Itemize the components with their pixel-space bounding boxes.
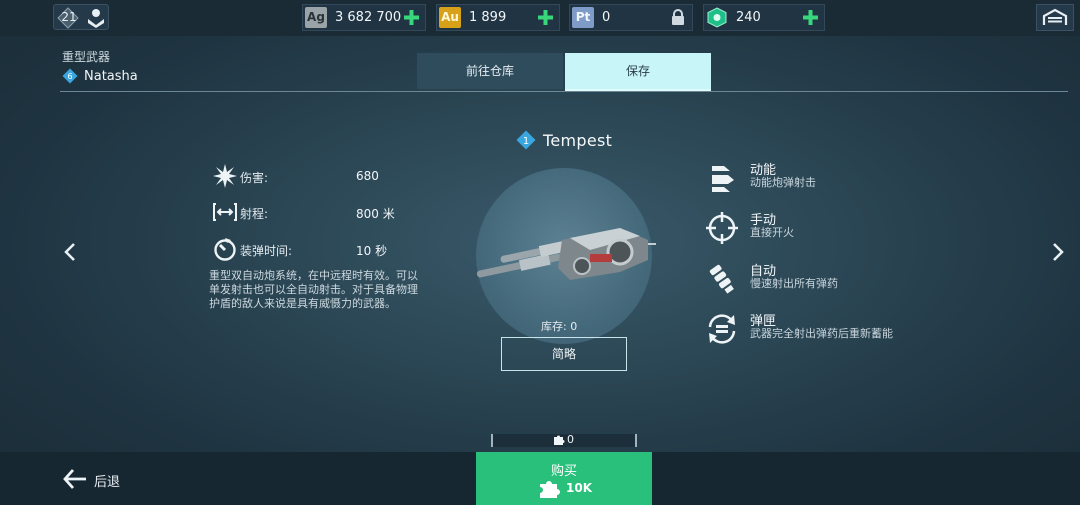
platinum-value: 0	[602, 10, 611, 25]
platinum-badge-icon: Pt	[572, 7, 594, 28]
platinum-currency: Pt 0	[569, 4, 693, 31]
ability-subtitle-kinetic: 动能炮弹射击	[750, 176, 816, 189]
reload-value: 10 秒	[356, 244, 388, 258]
crosshair-icon	[706, 212, 738, 244]
player-level: 21	[61, 10, 77, 24]
tab-go-to-storage[interactable]: 前往仓库	[417, 53, 563, 89]
gold-value: 1 899	[469, 10, 507, 25]
damage-value: 680	[356, 169, 379, 183]
silver-currency: Ag 3 682 700	[302, 4, 426, 31]
brief-button[interactable]: 简略	[501, 337, 627, 371]
back-label: 后退	[94, 475, 121, 490]
buy-button[interactable]: 购买 10K	[476, 452, 652, 505]
add-silver-button[interactable]	[402, 8, 421, 27]
kinetic-icon	[712, 166, 734, 192]
buy-price: 10K	[566, 481, 592, 495]
header-divider	[60, 91, 1068, 92]
tab-save[interactable]: 保存	[565, 53, 711, 89]
svg-text:1: 1	[523, 136, 529, 147]
token-currency: 240	[703, 4, 825, 31]
hangar-button[interactable]	[1036, 4, 1074, 31]
weapon-category: 重型武器	[62, 50, 111, 64]
pilot-rank-icon: 6	[62, 68, 78, 84]
reload-icon	[214, 238, 236, 261]
player-level-button[interactable]: 21	[53, 4, 109, 30]
stock-count: 库存: 0	[541, 320, 578, 333]
gold-currency: Au 1 899	[436, 4, 560, 31]
lock-icon	[672, 9, 684, 25]
range-label: 射程:	[240, 207, 269, 221]
weapon-name: Tempest	[543, 131, 613, 150]
puzzle-piece-icon	[554, 435, 565, 445]
magazine-icon	[708, 314, 736, 344]
weapon-rank-icon: 1	[516, 130, 536, 150]
reload-label: 装弹时间:	[240, 244, 293, 258]
silver-badge-icon: Ag	[305, 7, 327, 28]
next-weapon-arrow-icon[interactable]	[1047, 240, 1067, 264]
gold-badge-icon: Au	[439, 7, 461, 28]
top-bar: 21 Ag 3 682 700 Au 1 899 Pt 0 240	[0, 0, 1080, 36]
weapon-model-image	[476, 228, 656, 280]
hangar-icon	[1042, 8, 1068, 25]
range-value: 800 米	[356, 207, 395, 221]
damage-icon	[213, 164, 237, 188]
add-gold-button[interactable]	[536, 8, 555, 27]
add-token-button[interactable]	[801, 8, 820, 27]
component-count: 0	[567, 433, 574, 446]
previous-weapon-arrow-icon[interactable]	[61, 240, 81, 264]
token-hex-icon	[707, 7, 727, 28]
svg-text:6: 6	[67, 72, 72, 81]
puzzle-piece-icon	[540, 481, 560, 498]
ability-subtitle-auto: 慢速射出所有弹药	[750, 277, 838, 290]
token-value: 240	[736, 10, 761, 25]
back-arrow-icon	[63, 469, 86, 489]
auto-fire-icon	[709, 264, 734, 294]
weapon-description: 重型双自动炮系统，在中远程时有效。可以单发射击也可以全自动射击。对于具备物理护盾…	[209, 269, 418, 310]
pilot-name: Natasha	[84, 69, 138, 84]
ability-subtitle-magazine: 武器完全射出弹药后重新蓄能	[750, 327, 893, 340]
silver-value: 3 682 700	[335, 10, 402, 25]
buy-label: 购买	[550, 464, 577, 479]
damage-label: 伤害:	[240, 171, 269, 185]
range-icon	[213, 203, 237, 221]
ability-subtitle-manual: 直接开火	[750, 226, 794, 239]
level-up-icon	[88, 9, 104, 28]
